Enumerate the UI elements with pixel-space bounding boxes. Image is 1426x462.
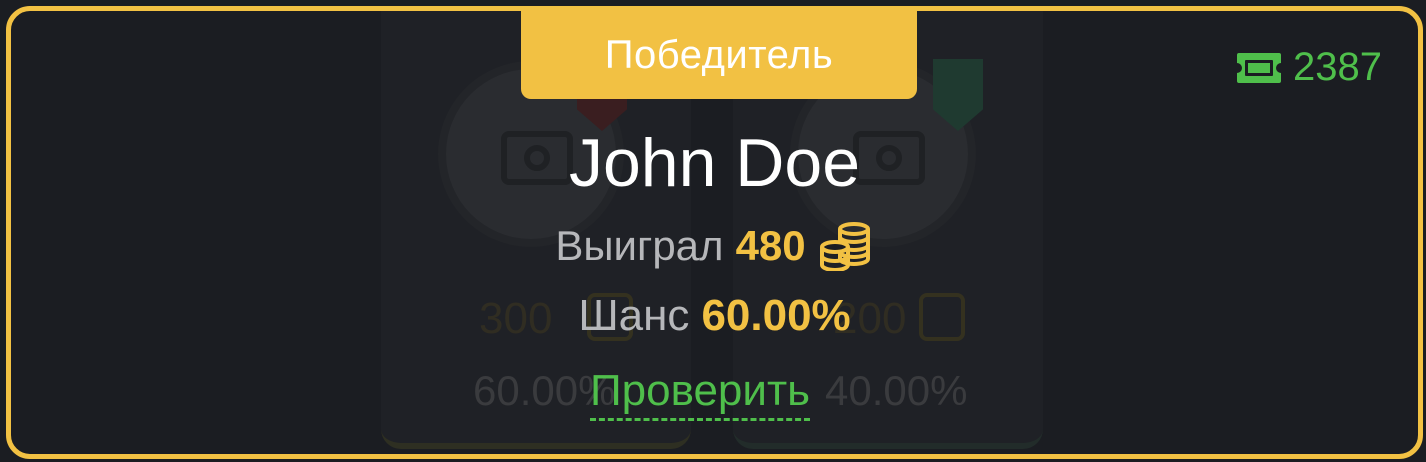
tickets-counter: 2387 (1235, 45, 1382, 90)
winner-panel: 300 60.00% 200 40.00% Победитель 2387 Jo… (6, 6, 1423, 459)
tickets-count: 2387 (1293, 45, 1382, 89)
ticket-icon (1237, 52, 1282, 83)
won-label: Выиграл (555, 222, 724, 269)
player-chance: 40.00% (825, 367, 968, 414)
coins-icon (819, 222, 870, 271)
check-link[interactable]: Проверить (590, 366, 811, 421)
won-value: 480 (735, 222, 806, 269)
won-row: Выиграл 480 (11, 221, 1418, 271)
chance-label: Шанс (578, 291, 690, 340)
winner-name: John Doe (568, 125, 861, 201)
winner-tab: Победитель (521, 11, 917, 99)
chance-row: Шанс 60.00% (11, 291, 1418, 341)
chance-value: 60.00% (701, 291, 851, 340)
